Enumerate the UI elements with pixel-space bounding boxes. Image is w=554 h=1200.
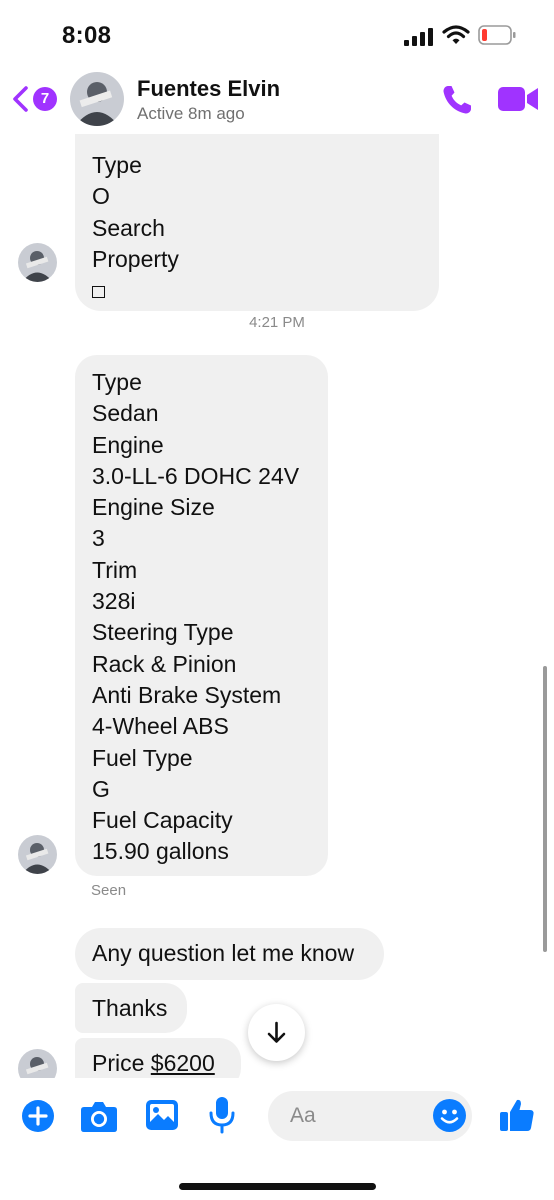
message-bubble-price[interactable]: Price $6200: [75, 1038, 241, 1078]
message-line: O: [92, 183, 110, 210]
thumbs-up-icon[interactable]: [499, 1097, 535, 1133]
chat-header: 7 Fuentes Elvin Active 8m ago: [0, 70, 554, 134]
message-line: 15.90 gallons: [92, 838, 229, 865]
contact-avatar-large[interactable]: [70, 72, 124, 126]
message-bubble-thanks[interactable]: Thanks: [75, 983, 187, 1033]
message-text: Type O Search Property: [92, 150, 179, 306]
status-bar: 8:08: [0, 0, 554, 70]
phone-icon[interactable]: [440, 83, 474, 117]
unread-count-badge: 7: [40, 90, 50, 107]
message-line: 3: [92, 525, 105, 552]
message-line: Type: [92, 369, 142, 395]
scrollbar[interactable]: [543, 666, 547, 952]
message-line: 3.0-LL-6 DOHC 24V: [92, 462, 300, 489]
unsupported-glyph-box: [92, 275, 179, 306]
arrow-down-icon: [267, 1021, 286, 1043]
battery-low-icon: [478, 25, 516, 45]
contact-avatar[interactable]: [18, 835, 57, 874]
message-text: Price $6200: [92, 1048, 215, 1078]
message-text: Type Sedan Engine 3.0-LL-6 DOHC 24V Engi…: [92, 367, 299, 868]
message-line: Steering Type: [92, 619, 234, 646]
message-text: Thanks: [92, 995, 168, 1021]
message-line: Engine Size: [92, 494, 215, 521]
contact-avatar[interactable]: [18, 1049, 57, 1078]
gallery-icon[interactable]: [145, 1099, 179, 1131]
microphone-icon[interactable]: [208, 1096, 236, 1134]
contact-name[interactable]: Fuentes Elvin: [137, 76, 280, 102]
message-timestamp: 4:21 PM: [249, 314, 305, 331]
message-composer: Aa: [0, 1078, 554, 1200]
home-indicator[interactable]: [179, 1183, 376, 1190]
scroll-to-bottom-button[interactable]: [248, 1004, 305, 1061]
plus-icon[interactable]: [22, 1100, 54, 1132]
message-line: G: [92, 775, 110, 802]
message-line: Fuel Capacity: [92, 807, 233, 834]
seen-indicator: Seen: [91, 882, 127, 899]
back-button[interactable]: 7: [10, 84, 60, 114]
message-bubble-question[interactable]: Any question let me know: [75, 928, 384, 980]
message-line: Rack & Pinion: [92, 650, 237, 677]
status-time: 8:08: [62, 22, 112, 49]
camera-icon[interactable]: [80, 1099, 118, 1133]
message-input-placeholder: Aa: [290, 1104, 316, 1127]
message-bubble-specs[interactable]: Type Sedan Engine 3.0-LL-6 DOHC 24V Engi…: [75, 355, 328, 876]
message-line: Type: [92, 152, 142, 178]
message-line: Sedan: [92, 400, 159, 427]
conversation-area[interactable]: Type O Search Property 4:21 PM Type Seda…: [0, 70, 554, 1078]
message-line: Engine: [92, 431, 164, 458]
message-line: 328i: [92, 588, 136, 615]
active-status: Active 8m ago: [137, 104, 245, 123]
message-line: Anti Brake System: [92, 681, 282, 708]
message-line: Property: [92, 245, 179, 272]
cellular-signal-icon: [404, 28, 433, 46]
contact-avatar[interactable]: [18, 243, 57, 282]
message-text: Any question let me know: [92, 940, 355, 966]
price-link[interactable]: $6200: [151, 1050, 215, 1076]
message-line: Fuel Type: [92, 744, 193, 771]
message-line: Trim: [92, 556, 138, 583]
emoji-icon[interactable]: [433, 1099, 466, 1132]
message-line: 4-Wheel ABS: [92, 713, 229, 740]
video-camera-icon[interactable]: [497, 84, 539, 114]
message-line: Search: [92, 214, 165, 241]
wifi-icon: [442, 25, 470, 44]
price-prefix: Price: [92, 1050, 151, 1076]
